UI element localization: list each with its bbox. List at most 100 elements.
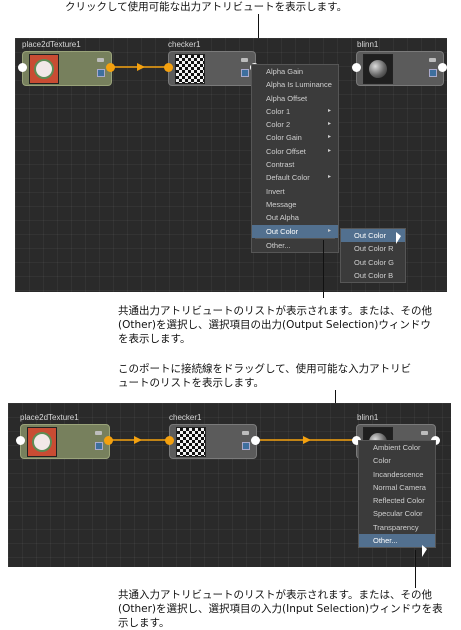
mouse-pointer-icon <box>422 545 427 557</box>
menu-item-other[interactable]: Other... <box>252 239 338 252</box>
output-port[interactable] <box>438 63 447 72</box>
menu-item[interactable]: Invert <box>252 185 338 198</box>
input-port[interactable] <box>16 436 25 445</box>
menu-item[interactable]: Color Offset ▸ <box>252 145 338 158</box>
node-title: blinn1 <box>357 413 379 422</box>
menu-item-label: Color Offset <box>266 146 306 156</box>
swatch-toggle-icon[interactable] <box>242 431 249 435</box>
mouse-pointer-icon <box>396 232 401 244</box>
caption-drag: このポートに接続線をドラッグして、使用可能な入力アトリビュートのリストを表示しま… <box>118 363 412 389</box>
menu-item[interactable]: Default Color ▸ <box>252 171 338 184</box>
submenu-arrow-icon: ▸ <box>327 121 331 128</box>
menu-item[interactable]: Message <box>252 198 338 211</box>
menu-item-label: Other... <box>373 536 398 546</box>
menu-item-label: Message <box>266 199 297 209</box>
menu-item-label: Out Color <box>266 226 299 236</box>
attribute-icon[interactable] <box>241 69 249 77</box>
node-title: place2dTexture1 <box>20 413 79 422</box>
checker-texture-icon <box>175 54 205 84</box>
input-port[interactable] <box>164 63 173 72</box>
menu-item-label: Alpha Offset <box>266 93 308 103</box>
blinn-sphere-icon <box>363 54 393 84</box>
submenu-item[interactable]: Out Color B <box>341 269 405 282</box>
submenu-arrow-icon: ▸ <box>327 134 331 141</box>
menu-item-label: Incandescence <box>373 469 424 479</box>
menu-item-label: Out Color G <box>354 257 395 267</box>
menu-item[interactable]: Incandescence <box>359 468 435 481</box>
input-port[interactable] <box>18 63 27 72</box>
menu-item-label: Alpha Is Luminance <box>266 80 332 90</box>
output-port[interactable] <box>106 63 115 72</box>
menu-item[interactable]: Contrast <box>252 158 338 171</box>
submenu-item[interactable]: Out Color R <box>341 242 405 255</box>
swatch-toggle-icon[interactable] <box>429 58 436 62</box>
caption-middle: 共通出力アトリビュートのリストが表示されます。または、その他(Other)を選択… <box>118 305 432 345</box>
output-port[interactable] <box>251 436 260 445</box>
menu-item-label: Out Alpha <box>266 213 299 223</box>
menu-item[interactable]: Specular Color <box>359 507 435 520</box>
menu-item[interactable]: Ambient Color <box>359 441 435 454</box>
menu-item-label: Specular Color <box>373 509 423 519</box>
input-port[interactable] <box>165 436 174 445</box>
node-title: checker1 <box>168 40 201 49</box>
checker-node[interactable] <box>169 424 257 459</box>
submenu-item[interactable]: Out Color G <box>341 256 405 269</box>
menu-item-label: Alpha Gain <box>266 67 304 76</box>
blinn-node[interactable] <box>356 51 444 86</box>
callout-line-middle <box>323 240 324 298</box>
checker-texture-icon <box>176 427 206 457</box>
menu-item[interactable]: Color 1 ▸ <box>252 105 338 118</box>
menu-item[interactable]: Alpha Gain <box>252 65 338 78</box>
menu-item-out-color[interactable]: Out Color ▸ <box>252 224 338 238</box>
menu-item[interactable]: Color <box>359 454 435 467</box>
menu-item-label: Contrast <box>266 160 295 170</box>
menu-item-label: Color <box>373 456 391 466</box>
place2d-texture-node[interactable] <box>22 51 112 86</box>
node-editor-panel-bottom: place2dTexture1 checker1 blinn1 Ambient … <box>8 403 451 567</box>
swatch-toggle-icon[interactable] <box>97 58 104 62</box>
input-port[interactable] <box>352 63 361 72</box>
menu-item-label: Out Color B <box>354 270 394 280</box>
swatch-toggle-icon[interactable] <box>421 431 428 435</box>
attribute-icon[interactable] <box>242 442 250 450</box>
swatch-toggle-icon[interactable] <box>241 58 248 62</box>
menu-item-label: Ambient Color <box>373 443 421 452</box>
menu-item-label: Other... <box>266 240 291 250</box>
output-port[interactable] <box>104 436 113 445</box>
menu-item[interactable]: Alpha Offset <box>252 92 338 105</box>
menu-item[interactable]: Transparency <box>359 521 435 534</box>
menu-item-label: Color Gain <box>266 133 302 143</box>
callout-line-bottom <box>415 550 416 588</box>
attribute-icon[interactable] <box>95 442 103 450</box>
menu-item[interactable]: Out Alpha <box>252 211 338 224</box>
submenu-arrow-icon: ▸ <box>327 174 331 181</box>
menu-item[interactable]: Color 2 ▸ <box>252 118 338 131</box>
submenu-arrow-icon: ▸ <box>327 147 331 154</box>
attribute-icon[interactable] <box>97 69 105 77</box>
menu-item-label: Invert <box>266 186 285 196</box>
swatch-toggle-icon[interactable] <box>95 431 102 435</box>
menu-item[interactable]: Color Gain ▸ <box>252 131 338 144</box>
menu-item-label: Color 2 <box>266 120 291 130</box>
menu-item[interactable]: Reflected Color <box>359 494 435 507</box>
menu-item-label: Default Color <box>266 173 310 183</box>
attribute-icon[interactable] <box>429 69 437 77</box>
output-attribute-menu: Alpha Gain Alpha Is Luminance Alpha Offs… <box>251 64 339 254</box>
place2d-texture-node[interactable] <box>20 424 110 459</box>
menu-item-label: Normal Camera <box>373 482 426 492</box>
place2d-texture-icon <box>27 427 57 457</box>
place2d-texture-icon <box>29 54 59 84</box>
menu-item[interactable]: Alpha Is Luminance <box>252 78 338 91</box>
menu-item-label: Out Color <box>354 231 387 240</box>
submenu-arrow-icon: ▸ <box>327 107 331 114</box>
caption-top: クリックして使用可能な出力アトリビュートを表示します。 <box>65 1 348 13</box>
menu-item-label: Reflected Color <box>373 496 425 506</box>
caption-bottom: 共通入力アトリビュートのリストが表示されます。または、その他(Other)を選択… <box>118 589 443 629</box>
node-title: place2dTexture1 <box>22 40 81 49</box>
node-title: checker1 <box>169 413 202 422</box>
menu-item-label: Color 1 <box>266 106 291 116</box>
menu-item-label: Out Color R <box>354 244 394 254</box>
checker-node[interactable] <box>168 51 256 86</box>
menu-item[interactable]: Normal Camera <box>359 481 435 494</box>
node-title: blinn1 <box>357 40 379 49</box>
